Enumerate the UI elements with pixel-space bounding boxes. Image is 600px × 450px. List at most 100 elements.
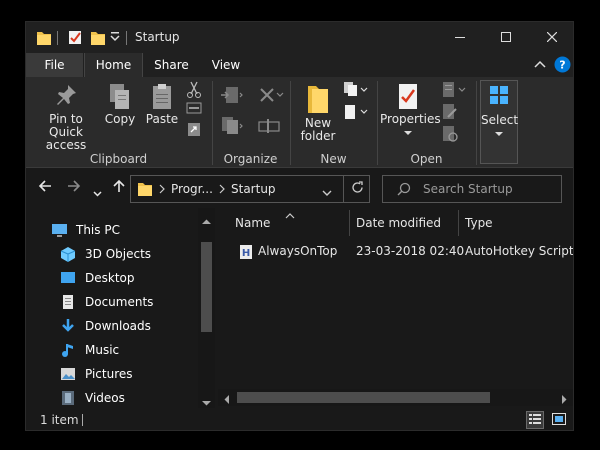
column-header-date-modified[interactable]: Date modified xyxy=(356,212,456,234)
clipboard-small-buttons xyxy=(186,81,208,141)
pin-to-quick-access-button[interactable]: Pin to Quick access xyxy=(32,83,100,152)
history-icon[interactable] xyxy=(440,125,470,147)
properties-button[interactable]: Properties xyxy=(380,83,441,139)
tab-file[interactable]: File xyxy=(26,53,83,77)
scrollbar-thumb[interactable] xyxy=(237,392,490,403)
select-button[interactable]: Select xyxy=(480,80,518,164)
close-button[interactable] xyxy=(529,22,573,53)
title-separator xyxy=(57,31,58,45)
ribbon-collapse-chevron-icon[interactable] xyxy=(534,59,546,73)
nav-item-videos[interactable]: Videos xyxy=(59,387,125,409)
minimize-button[interactable] xyxy=(437,22,483,53)
title-separator xyxy=(126,31,127,45)
recent-locations-chevron-icon[interactable] xyxy=(93,183,102,201)
edit-icon[interactable] xyxy=(440,103,470,125)
tab-home[interactable]: Home xyxy=(84,53,143,77)
maximize-button[interactable] xyxy=(483,22,529,53)
new-folder-button[interactable]: New folder xyxy=(296,83,340,143)
maximize-icon xyxy=(501,31,511,45)
new-item-icon[interactable] xyxy=(342,81,368,103)
nav-item-pictures[interactable]: Pictures xyxy=(59,363,133,385)
address-bar[interactable]: Progr... Startup xyxy=(130,175,370,203)
new-folder-icon[interactable] xyxy=(91,30,105,48)
address-history-chevron-icon[interactable] xyxy=(322,186,332,200)
scroll-up-arrow-icon[interactable] xyxy=(202,214,211,228)
paste-label: Paste xyxy=(145,112,179,126)
navigation-bar: Progr... Startup xyxy=(26,172,573,206)
breadcrumb-segment-current[interactable]: Startup xyxy=(231,182,276,196)
file-explorer-window: Startup File Home Share View ? Pin to Qu xyxy=(25,21,574,431)
nav-item-downloads[interactable]: Downloads xyxy=(59,315,151,337)
nav-item-desktop[interactable]: Desktop xyxy=(59,267,135,289)
nav-item-label: Downloads xyxy=(85,319,151,333)
nav-item-documents[interactable]: Documents xyxy=(59,291,153,313)
forward-arrow-icon[interactable] xyxy=(67,179,81,197)
status-bar: 1 item xyxy=(26,408,573,430)
music-note-icon xyxy=(59,342,77,358)
details-view-button[interactable] xyxy=(526,411,544,429)
column-separator[interactable] xyxy=(349,210,350,236)
file-row[interactable]: H AlwaysOnTop 23-03-2018 02:40 AutoHotke… xyxy=(218,241,574,263)
rename-icon[interactable] xyxy=(258,117,280,138)
status-separator xyxy=(82,414,83,426)
breadcrumb-segment[interactable]: Progr... xyxy=(171,182,213,196)
copy-path-icon[interactable] xyxy=(186,101,208,121)
clipboard-paste-icon xyxy=(143,83,181,113)
computer-icon xyxy=(50,222,68,238)
copy-to-icon[interactable] xyxy=(220,115,244,140)
properties-dropdown-icon xyxy=(404,125,412,139)
search-input[interactable] xyxy=(423,182,553,196)
search-box[interactable] xyxy=(382,175,562,203)
customize-quick-access-chevron-icon[interactable] xyxy=(110,31,120,46)
file-list-horizontal-scrollbar[interactable] xyxy=(218,389,573,407)
scroll-down-arrow-icon[interactable] xyxy=(202,395,211,409)
tab-view[interactable]: View xyxy=(200,53,252,77)
copy-button[interactable]: Copy xyxy=(102,83,138,126)
nav-item-3d-objects[interactable]: 3D Objects xyxy=(59,243,151,265)
back-arrow-icon[interactable] xyxy=(38,179,52,197)
nav-item-label: Videos xyxy=(85,391,125,405)
refresh-button[interactable] xyxy=(343,175,370,203)
file-list: Name Date modified Type H AlwaysOnTop 23… xyxy=(218,208,574,408)
pin-icon xyxy=(32,83,100,113)
up-arrow-icon[interactable] xyxy=(112,179,126,197)
nav-item-label: Music xyxy=(85,343,120,357)
file-name: AlwaysOnTop xyxy=(258,244,338,258)
properties-icon[interactable] xyxy=(68,30,82,48)
open-icon[interactable] xyxy=(440,81,470,103)
column-separator[interactable] xyxy=(458,210,459,236)
easy-access-icon[interactable] xyxy=(342,103,368,125)
document-icon xyxy=(59,294,77,310)
delete-icon[interactable] xyxy=(258,85,284,110)
scroll-right-arrow-icon[interactable] xyxy=(561,393,567,407)
cut-icon[interactable] xyxy=(186,81,208,101)
nav-item-label: Documents xyxy=(85,295,154,309)
move-to-icon[interactable] xyxy=(220,85,244,110)
column-header-name[interactable]: Name xyxy=(235,212,345,234)
close-icon xyxy=(546,31,558,45)
new-folder-label-line1: New xyxy=(304,116,332,130)
file-type: AutoHotkey Script xyxy=(465,244,574,258)
navigation-pane: This PC 3D Objects Desktop Documents Dow… xyxy=(26,208,216,408)
paste-button[interactable]: Paste xyxy=(143,83,181,126)
new-small-buttons xyxy=(342,81,368,125)
nav-item-this-pc[interactable]: This PC xyxy=(50,219,120,241)
help-icon[interactable]: ? xyxy=(554,56,571,76)
download-arrow-icon xyxy=(59,318,77,334)
paste-shortcut-icon[interactable] xyxy=(186,121,208,141)
nav-item-music[interactable]: Music xyxy=(59,339,119,361)
scrollbar-thumb[interactable] xyxy=(201,242,212,332)
breadcrumb-chevron-icon[interactable] xyxy=(219,183,225,197)
scroll-left-arrow-icon[interactable] xyxy=(224,393,230,407)
large-icons-view-button[interactable] xyxy=(551,412,567,428)
navigation-pane-scrollbar[interactable] xyxy=(198,208,215,408)
details-view-icon xyxy=(529,413,541,428)
breadcrumb-chevron-icon[interactable] xyxy=(159,183,165,197)
tab-share[interactable]: Share xyxy=(143,53,200,77)
desktop-icon xyxy=(59,270,77,286)
item-count: 1 item xyxy=(40,413,79,427)
ribbon: Pin to Quick access Copy Paste Clipboard… xyxy=(26,77,573,168)
column-header-type[interactable]: Type xyxy=(465,212,565,234)
open-small-buttons xyxy=(440,81,470,147)
folder-icon[interactable] xyxy=(37,30,51,48)
